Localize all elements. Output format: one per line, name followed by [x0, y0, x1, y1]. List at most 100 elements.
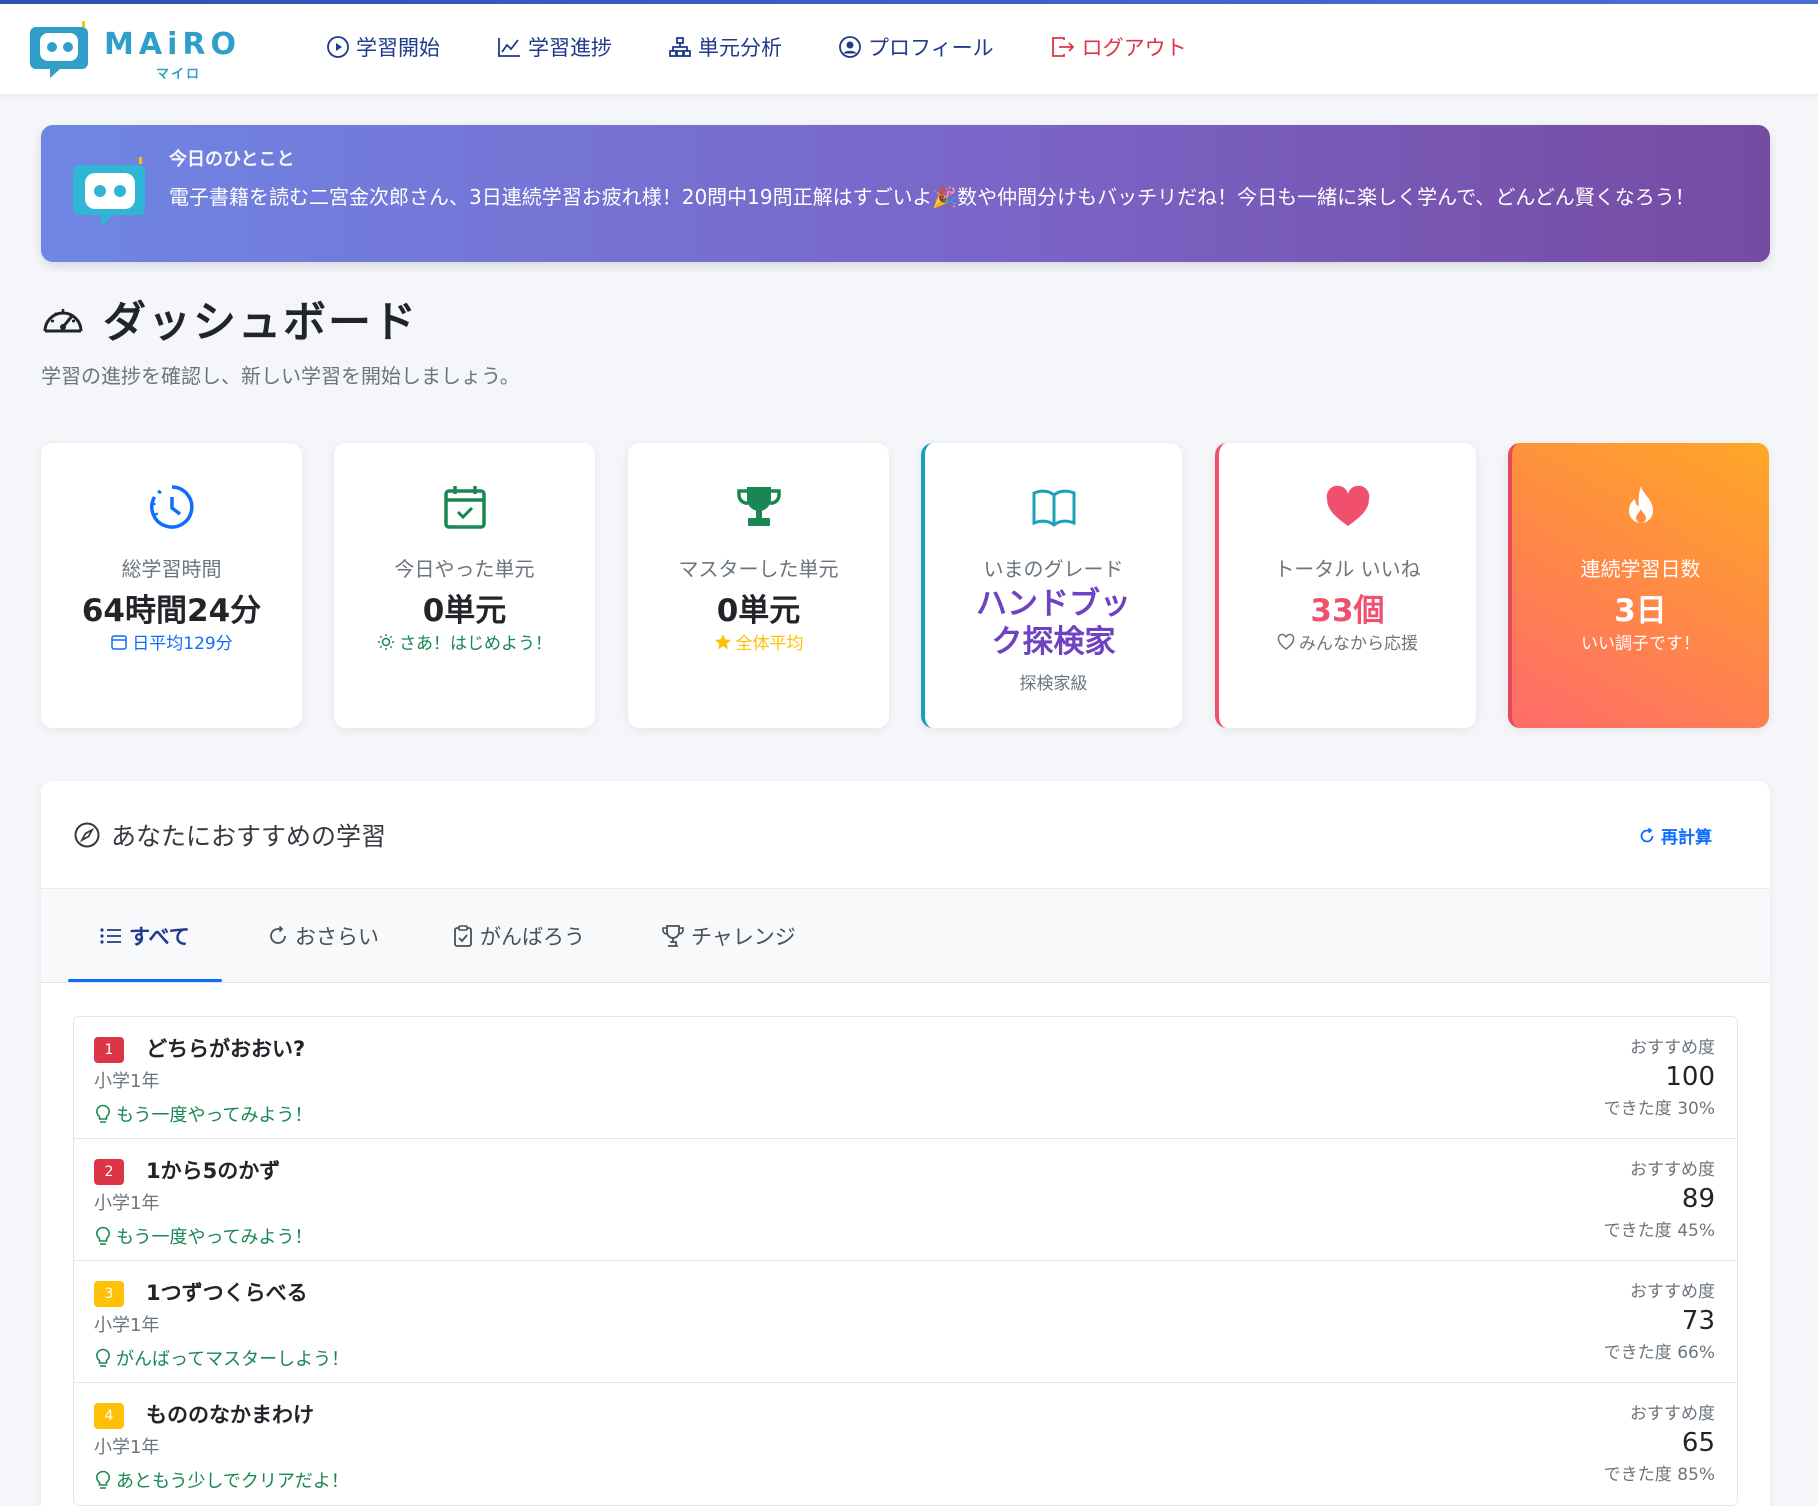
- card-total-likes: トータル いいね 33個 みんなから応援: [1215, 443, 1476, 728]
- done-rate: できた度 85%: [1603, 1465, 1715, 1485]
- clock-icon: [149, 485, 194, 529]
- unit-title: もののなかまわけ: [146, 1403, 314, 1427]
- play-circle-icon: [327, 36, 349, 58]
- logo-subtitle: マイロ: [156, 66, 202, 82]
- tab-challenge[interactable]: チャレンジ: [661, 921, 796, 951]
- card-label: いまのグレード: [983, 557, 1124, 581]
- daily-message-text: 電子書籍を読む二宮金次郎さん、3日連続学習お疲れ様！20問中19問正解はすごいよ…: [169, 185, 1695, 209]
- diagram-icon: [669, 37, 691, 57]
- app-logo[interactable]: MAiRO マイロ: [30, 20, 241, 82]
- score-label: おすすめ度: [1630, 1160, 1715, 1180]
- open-book-icon: [1032, 489, 1075, 527]
- unit-hint-text: がんばってマスターしよう！: [116, 1349, 350, 1370]
- card-note: いい調子です！: [1512, 629, 1769, 654]
- tab-label: すべて: [129, 925, 190, 949]
- card-label: トータル いいね: [1274, 557, 1421, 581]
- top-header: MAiRO マイロ 学習開始 学習進捗 単元分析 プロフィール ログアウト: [0, 4, 1818, 94]
- logout-icon: [1051, 37, 1074, 57]
- score-block: おすすめ度 65 できた度 85%: [1604, 1399, 1715, 1485]
- recommendation-panel: あなたにおすすめの学習 再計算 すべて おさらい がんばろう チャレンジ 1 ど…: [41, 781, 1770, 1506]
- main-nav: 学習開始 学習進捗 単元分析 プロフィール ログアウト: [326, 32, 1243, 62]
- speedometer-icon: [43, 309, 83, 333]
- unit-grade: 小学1年: [94, 1437, 160, 1458]
- nav-start-learning[interactable]: 学習開始: [326, 32, 440, 62]
- done-rate: できた度 30%: [1603, 1099, 1715, 1119]
- unit-hint-text: あともう少しでクリアだよ！: [116, 1471, 349, 1492]
- user-circle-icon: [839, 36, 861, 58]
- daily-message-label: 今日のひとこと: [169, 149, 295, 170]
- done-rate: できた度 66%: [1603, 1343, 1715, 1363]
- list-icon: [100, 928, 121, 944]
- calendar-small-icon: [111, 634, 128, 650]
- lightbulb-icon: [96, 1226, 110, 1245]
- card-value: 3日: [1614, 593, 1667, 629]
- nav-label: 学習開始: [356, 36, 440, 60]
- card-note: 全体平均: [628, 629, 889, 654]
- score-value: 89: [1681, 1184, 1715, 1214]
- mascot-logo-icon: [30, 21, 90, 79]
- calendar-check-icon: [443, 486, 486, 529]
- unit-hint: あともう少しでクリアだよ！: [94, 1467, 349, 1493]
- list-item[interactable]: 2 1から5のかず 小学1年 もう一度やってみよう！ おすすめ度 89 できた度…: [74, 1139, 1737, 1261]
- card-note: 日平均129分: [41, 629, 302, 654]
- card-mastered-units: マスターした単元 0単元 全体平均: [628, 443, 889, 728]
- rank-badge: 2: [94, 1159, 124, 1185]
- card-label: マスターした単元: [678, 557, 839, 581]
- score-label: おすすめ度: [1630, 1404, 1715, 1424]
- list-item[interactable]: 3 1つずつくらべる 小学1年 がんばってマスターしよう！ おすすめ度 73 で…: [74, 1261, 1737, 1383]
- rank-badge: 4: [94, 1403, 124, 1429]
- recalculate-button[interactable]: 再計算: [1638, 823, 1712, 848]
- unit-hint: がんばってマスターしよう！: [94, 1345, 349, 1371]
- heart-outline-icon: [1277, 633, 1295, 650]
- card-note: みんなから応援: [1219, 629, 1476, 654]
- star-icon: [714, 633, 731, 649]
- score-label: おすすめ度: [1630, 1282, 1715, 1302]
- tab-review[interactable]: おさらい: [267, 921, 379, 951]
- card-streak-days: 連続学習日数 3日 いい調子です！: [1508, 443, 1769, 728]
- mascot-icon: [71, 155, 151, 235]
- unit-hint: もう一度やってみよう！: [94, 1101, 313, 1127]
- page-heading: ダッシュボード: [41, 288, 418, 350]
- tab-try-hard[interactable]: がんばろう: [452, 921, 585, 951]
- panel-title-text: あなたにおすすめの学習: [111, 822, 387, 851]
- card-note: さあ！はじめよう！: [334, 629, 595, 654]
- card-value: 0単元: [422, 593, 507, 629]
- refresh-icon: [270, 925, 286, 944]
- card-label: 連続学習日数: [1580, 557, 1701, 581]
- score-block: おすすめ度 100 できた度 30%: [1604, 1033, 1715, 1119]
- unit-title: 1つずつくらべる: [146, 1281, 308, 1305]
- stats-cards: 総学習時間 64時間24分 日平均129分 今日やった単元 0単元 さあ！はじめ…: [41, 443, 1770, 728]
- score-label: おすすめ度: [1630, 1038, 1715, 1058]
- unit-title: どちらがおおい?: [146, 1037, 306, 1061]
- tab-label: がんばろう: [480, 925, 585, 949]
- active-tab-indicator: [68, 979, 222, 982]
- recalculate-label: 再計算: [1661, 828, 1712, 848]
- list-item[interactable]: 4 もののなかまわけ 小学1年 あともう少しでクリアだよ！ おすすめ度 65 で…: [74, 1383, 1737, 1505]
- tab-label: おさらい: [295, 925, 379, 949]
- score-block: おすすめ度 73 できた度 66%: [1604, 1277, 1715, 1363]
- nav-logout[interactable]: ログアウト: [1050, 32, 1187, 62]
- score-value: 100: [1665, 1062, 1715, 1092]
- compass-icon: [74, 822, 100, 848]
- tab-all[interactable]: すべて: [99, 921, 190, 951]
- rank-badge: 1: [94, 1037, 124, 1063]
- nav-profile[interactable]: プロフィール: [838, 32, 994, 62]
- recommend-list: 1 どちらがおおい? 小学1年 もう一度やってみよう！ おすすめ度 100 でき…: [73, 1016, 1738, 1506]
- daily-message-banner: 今日のひとこと 電子書籍を読む二宮金次郎さん、3日連続学習お疲れ様！20問中19…: [41, 125, 1770, 262]
- card-value: 64時間24分: [81, 593, 262, 629]
- trophy-icon: [736, 487, 781, 526]
- refresh-icon: [1640, 827, 1654, 842]
- card-note-text: みんなから応援: [1299, 634, 1418, 654]
- card-label: 総学習時間: [121, 557, 222, 581]
- nav-progress[interactable]: 学習進捗: [496, 32, 612, 62]
- card-note-text: 探検家級: [1019, 674, 1088, 694]
- panel-header: あなたにおすすめの学習 再計算: [41, 781, 1770, 889]
- nav-label: 単元分析: [698, 36, 782, 60]
- nav-unit-analysis[interactable]: 単元分析: [668, 32, 782, 62]
- page-title: ダッシュボード: [103, 298, 418, 348]
- nav-label: 学習進捗: [528, 36, 612, 60]
- list-item[interactable]: 1 どちらがおおい? 小学1年 もう一度やってみよう！ おすすめ度 100 でき…: [74, 1017, 1737, 1139]
- recommend-tabs: すべて おさらい がんばろう チャレンジ: [41, 889, 1770, 983]
- card-note: 探検家級: [925, 669, 1182, 694]
- card-total-time: 総学習時間 64時間24分 日平均129分: [41, 443, 302, 728]
